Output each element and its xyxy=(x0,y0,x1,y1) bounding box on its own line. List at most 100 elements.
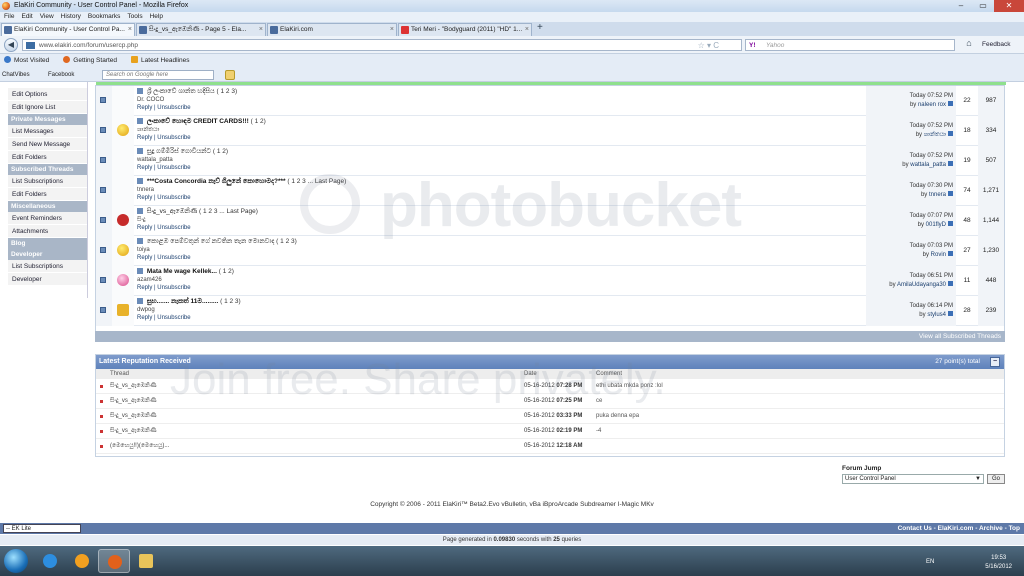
last-post-author[interactable]: AmilaUdayanga30 xyxy=(897,282,946,288)
go-to-last-post-icon[interactable] xyxy=(948,221,953,226)
tab-youtube[interactable]: Teri Meri - "Bodyguard (2011) "HD" 1... … xyxy=(398,23,532,36)
thread-title-link[interactable]: සිංදු_vs_ඇඹෙනිණි xyxy=(147,208,197,215)
last-post-author[interactable]: ශාන්තයා xyxy=(924,132,946,138)
thread-author[interactable]: සිංදු xyxy=(137,217,146,224)
new-post-icon[interactable] xyxy=(137,208,143,214)
tab-elakiri[interactable]: ElaKiri.com × xyxy=(267,23,397,36)
sidebar-item[interactable]: Developer xyxy=(8,273,87,286)
sidebar-item[interactable]: Edit Folders xyxy=(8,188,87,201)
menu-view[interactable]: View xyxy=(40,12,54,22)
reply-link[interactable]: Reply xyxy=(137,105,152,111)
thread-title-link[interactable]: ලංකාවේ හොඳම CREDIT CARDS!!! xyxy=(147,118,249,125)
go-to-last-post-icon[interactable] xyxy=(948,191,953,196)
new-post-icon[interactable] xyxy=(137,238,143,244)
thread-title-link[interactable]: ශ්‍රී ලංකාවේ ශාන්ත හදිසිය xyxy=(147,88,215,95)
close-tab-icon[interactable]: × xyxy=(390,24,394,36)
facebook-button[interactable]: Facebook xyxy=(48,68,74,82)
reply-count[interactable]: 22 xyxy=(956,86,978,116)
new-post-icon[interactable] xyxy=(137,88,143,94)
tab-thread[interactable]: සිංදු_vs_ඇඹෙනිණි - Page 5 - Ela... × xyxy=(136,23,266,36)
reply-count[interactable]: 27 xyxy=(956,236,978,266)
bookmark-getting-started[interactable]: Getting Started xyxy=(63,54,117,68)
close-window-button[interactable]: ✕ xyxy=(994,0,1024,12)
thread-author[interactable]: tnnera xyxy=(137,187,154,193)
thread-author[interactable]: toiya xyxy=(137,247,150,253)
google-search-input[interactable]: Search on Google here xyxy=(102,70,214,80)
thread-author[interactable]: Dr. COCO xyxy=(137,97,164,103)
go-to-last-post-icon[interactable] xyxy=(948,131,953,136)
footer-links[interactable]: Contact Us - ElaKiri.com - Archive - Top xyxy=(898,523,1020,534)
thread-pages[interactable]: ( 1 2) xyxy=(213,148,228,155)
go-to-last-post-icon[interactable] xyxy=(948,161,953,166)
menu-edit[interactable]: Edit xyxy=(21,12,32,22)
reply-count[interactable]: 19 xyxy=(956,146,978,176)
sidebar-item[interactable]: List Messages xyxy=(8,125,87,138)
reply-link[interactable]: Reply xyxy=(137,195,152,201)
close-tab-icon[interactable]: × xyxy=(128,24,132,36)
go-button[interactable]: Go xyxy=(987,474,1005,484)
new-post-icon[interactable] xyxy=(137,148,143,154)
go-to-last-post-icon[interactable] xyxy=(948,251,953,256)
bookmark-star-icon[interactable]: ☆ ▾ C xyxy=(698,40,719,51)
close-tab-icon[interactable]: × xyxy=(525,24,529,36)
thread-title-link[interactable]: සුභ....... නැකත් 11ම......... xyxy=(147,298,219,305)
reply-link[interactable]: Reply xyxy=(137,135,152,141)
reputation-thread-link[interactable]: (මෙහෙයු!!)(මෙහෙයු)... xyxy=(110,439,169,454)
ie-taskbar-button[interactable] xyxy=(34,549,66,573)
view-all-subscribed-link[interactable]: View all Subscribed Threads xyxy=(95,331,1005,342)
unsubscribe-link[interactable]: Unsubscribe xyxy=(157,195,190,201)
new-post-icon[interactable] xyxy=(137,178,143,184)
menu-bookmarks[interactable]: Bookmarks xyxy=(88,12,121,22)
last-post-author[interactable]: wattala_patta xyxy=(910,162,946,168)
go-to-last-post-icon[interactable] xyxy=(948,101,953,106)
thread-title-link[interactable]: සුදු ගම්මිරිස් ගොවියන්ට xyxy=(147,148,211,155)
language-indicator[interactable]: EN xyxy=(926,559,934,565)
last-post-author[interactable]: naleen rox xyxy=(918,102,946,108)
clock[interactable]: 19:53 5/16/2012 xyxy=(985,554,1012,572)
thread-title-link[interactable]: කොළඹ පෙම්වතුන් ගේ නවතින තැන මොනවාද xyxy=(147,238,275,245)
sidebar-item[interactable]: Edit Options xyxy=(8,88,87,101)
reputation-thread-link[interactable]: සිංදු_vs_ඇඹෙනිණි xyxy=(110,379,157,394)
style-chooser-select[interactable]: -- EK Lite xyxy=(3,524,81,533)
reply-count[interactable]: 28 xyxy=(956,296,978,326)
reputation-thread-link[interactable]: සිංදු_vs_ඇඹෙනිණි xyxy=(110,409,157,424)
firefox-taskbar-button[interactable] xyxy=(98,549,130,573)
sidebar-item[interactable]: List Subscriptions xyxy=(8,175,87,188)
minimize-button[interactable]: – xyxy=(950,0,972,12)
go-to-last-post-icon[interactable] xyxy=(948,311,953,316)
thread-author[interactable]: wattala_patta xyxy=(137,157,173,163)
reputation-thread-link[interactable]: සිංදු_vs_ඇඹෙනිණි xyxy=(110,394,157,409)
thread-pages[interactable]: ( 1 2) xyxy=(251,118,266,125)
reply-count[interactable]: 18 xyxy=(956,116,978,146)
reply-count[interactable]: 74 xyxy=(956,176,978,206)
start-button[interactable] xyxy=(4,549,28,573)
thread-pages[interactable]: ( 1 2 3) xyxy=(220,298,241,305)
thread-pages[interactable]: ( 1 2 3 ... Last Page) xyxy=(199,208,258,215)
unsubscribe-link[interactable]: Unsubscribe xyxy=(157,225,190,231)
last-post-author[interactable]: 001flyD xyxy=(926,222,946,228)
unsubscribe-link[interactable]: Unsubscribe xyxy=(157,105,190,111)
forum-jump-select[interactable]: User Control Panel ▼ xyxy=(842,474,984,484)
close-tab-icon[interactable]: × xyxy=(259,24,263,36)
thread-pages[interactable]: ( 1 2 3 ... Last Page) xyxy=(287,178,346,185)
menu-file[interactable]: File xyxy=(4,12,14,22)
new-post-icon[interactable] xyxy=(137,268,143,274)
reply-count[interactable]: 11 xyxy=(956,266,978,296)
reply-count[interactable]: 48 xyxy=(956,206,978,236)
thread-title-link[interactable]: Mata Me wage Kellek... xyxy=(147,268,217,275)
new-post-icon[interactable] xyxy=(137,298,143,304)
last-post-author[interactable]: Rovin xyxy=(931,252,946,258)
reply-link[interactable]: Reply xyxy=(137,255,152,261)
collapse-button[interactable]: − xyxy=(990,357,1000,367)
last-post-author[interactable]: tnnera xyxy=(929,192,946,198)
feedback-button[interactable]: Feedback xyxy=(982,38,1011,52)
unsubscribe-link[interactable]: Unsubscribe xyxy=(157,165,190,171)
thread-pages[interactable]: ( 1 2) xyxy=(219,268,234,275)
sidebar-item[interactable]: List Subscriptions xyxy=(8,260,87,273)
reply-link[interactable]: Reply xyxy=(137,315,152,321)
tab-ucp[interactable]: ElaKiri Community - User Control Pa... × xyxy=(1,23,135,36)
unsubscribe-link[interactable]: Unsubscribe xyxy=(157,285,190,291)
chatvibes-button[interactable]: ChatVibes xyxy=(2,68,30,82)
thread-pages[interactable]: ( 1 2 3) xyxy=(276,238,297,245)
reputation-thread-link[interactable]: සිංදු_vs_ඇඹෙනිණි xyxy=(110,424,157,439)
